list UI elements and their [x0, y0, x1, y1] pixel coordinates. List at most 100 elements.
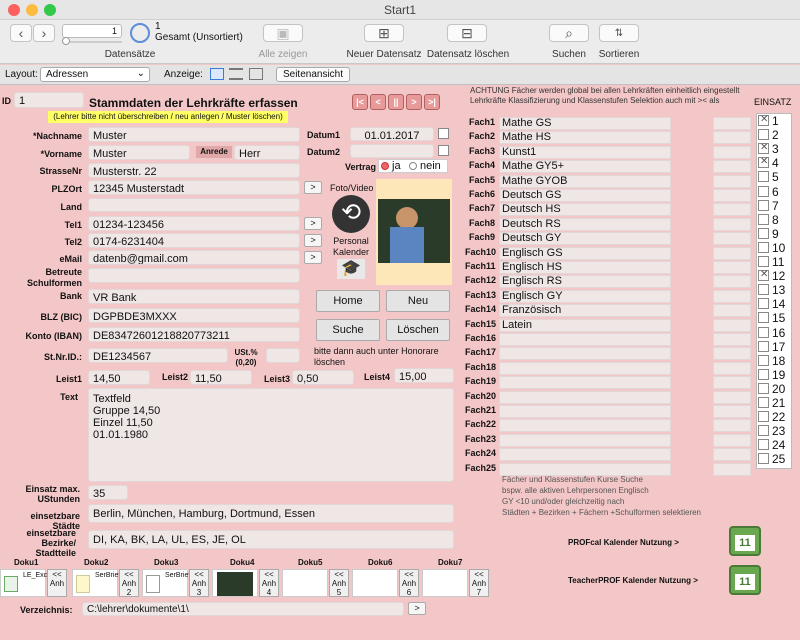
doku-slot[interactable] [422, 569, 468, 597]
fach-field[interactable]: Englisch GY [499, 289, 671, 303]
fach-extra-field[interactable] [713, 390, 751, 404]
einsatz-checkbox[interactable] [758, 326, 769, 338]
teacherprof-calendar-button[interactable]: 11 [729, 565, 761, 595]
anh-button[interactable]: << Anh 5 [329, 569, 349, 597]
fach-extra-field[interactable] [713, 232, 751, 246]
einsatz-checkbox[interactable] [758, 199, 769, 211]
fach-field[interactable] [499, 347, 671, 361]
delete-record-button[interactable]: ⊟ [447, 24, 487, 42]
anh-button[interactable]: << Anh 4 [259, 569, 279, 597]
new-record-button[interactable]: ⊞ [364, 24, 404, 42]
fach-field[interactable] [499, 433, 671, 447]
leist1-field[interactable]: 14,50 [88, 370, 150, 385]
fach-extra-field[interactable] [713, 131, 751, 145]
tel1-go-button[interactable]: > [304, 217, 322, 230]
einsatz-checkbox[interactable] [758, 269, 769, 282]
fach-extra-field[interactable] [713, 217, 751, 231]
fach-extra-field[interactable] [713, 174, 751, 188]
plzort-go-button[interactable]: > [304, 181, 322, 194]
doku-slot[interactable] [212, 569, 258, 597]
anh-button[interactable]: << Anh 3 [189, 569, 209, 597]
einsatz-checkbox[interactable] [758, 114, 769, 126]
radio-ja[interactable] [381, 162, 389, 170]
tel2-field[interactable]: 0174-6231404 [88, 233, 300, 248]
einsatz-checkbox[interactable] [758, 439, 769, 451]
email-field[interactable]: datenb@gmail.com [88, 250, 300, 265]
einsatz-checkbox[interactable] [758, 142, 769, 155]
fach-field[interactable]: Englisch GS [499, 246, 671, 260]
graduation-cap-icon[interactable]: 🎓 [337, 259, 365, 279]
einsatz-checkbox[interactable] [758, 129, 769, 141]
nav-last-button[interactable]: >| [424, 94, 440, 110]
fach-extra-field[interactable] [713, 376, 751, 390]
fach-extra-field[interactable] [713, 189, 751, 202]
einsatz-checkbox[interactable] [758, 156, 769, 169]
einsatz-checkbox[interactable] [758, 354, 769, 366]
schulform-field[interactable] [88, 268, 300, 283]
doku-slot[interactable]: SerBrief.tab [72, 569, 132, 597]
leist4-field[interactable]: 15,00 [394, 368, 454, 383]
email-go-button[interactable]: > [304, 251, 322, 264]
fach-field[interactable] [499, 361, 671, 375]
strasse-field[interactable]: Musterstr. 22 [88, 163, 300, 178]
anh-button[interactable]: << Anh [47, 569, 67, 597]
fach-extra-field[interactable] [713, 448, 751, 462]
bic-field[interactable]: DGPBDE3MXXX [88, 308, 300, 323]
fach-field[interactable]: Deutsch HS [499, 203, 671, 217]
fach-field[interactable]: Mathe GYOB [499, 174, 671, 188]
fach-field[interactable] [499, 419, 671, 433]
fach-field[interactable] [499, 333, 671, 346]
einsatz-checkbox[interactable] [758, 284, 769, 296]
einsatz-checkbox[interactable] [758, 213, 769, 225]
fach-extra-field[interactable] [713, 433, 751, 447]
fach-field[interactable]: Englisch HS [499, 261, 671, 274]
layout-select[interactable]: Adressen ⌄ [40, 67, 150, 82]
leist3-field[interactable]: 0,50 [292, 370, 354, 385]
einsatz-checkbox[interactable] [758, 171, 769, 183]
back-button[interactable]: ‹ [10, 24, 32, 42]
slider-thumb[interactable] [62, 37, 70, 45]
calendar-icon[interactable] [438, 128, 449, 139]
fach-field[interactable] [499, 405, 671, 418]
einsatz-checkbox[interactable] [758, 368, 769, 380]
show-all-button[interactable]: ▣ [263, 24, 303, 42]
einsatz-checkbox[interactable] [758, 256, 769, 267]
teacherprof-link[interactable]: TeacherPROF Kalender Nutzung > [568, 576, 698, 585]
fach-extra-field[interactable] [713, 289, 751, 303]
fach-extra-field[interactable] [713, 246, 751, 260]
fach-extra-field[interactable] [713, 347, 751, 361]
search-button[interactable]: ⌕ [549, 24, 589, 42]
fach-extra-field[interactable] [713, 117, 751, 130]
form-view-icon[interactable] [210, 68, 224, 80]
fach-extra-field[interactable] [713, 304, 751, 318]
fach-extra-field[interactable] [713, 275, 751, 289]
fach-field[interactable] [499, 390, 671, 404]
verzeichnis-go-button[interactable]: > [408, 602, 426, 615]
einsatz-max-field[interactable]: 35 [88, 485, 128, 500]
profcal-link[interactable]: PROFcal Kalender Nutzung > [568, 538, 679, 547]
stnr-field[interactable]: DE1234567 [88, 348, 228, 363]
fach-field[interactable]: Deutsch GS [499, 189, 671, 202]
nav-first-button[interactable]: |< [352, 94, 368, 110]
page-view-button[interactable]: Seitenansicht [276, 67, 350, 82]
list-view-icon[interactable] [229, 68, 243, 80]
profcal-calendar-button[interactable]: 11 [729, 526, 761, 556]
einsatz-checkbox[interactable] [758, 227, 769, 239]
fach-field[interactable]: Mathe GS [499, 117, 671, 130]
fach-extra-field[interactable] [713, 145, 751, 159]
fach-field[interactable]: Latein [499, 318, 671, 332]
nav-pause-button[interactable]: || [388, 94, 404, 110]
fach-extra-field[interactable] [713, 405, 751, 418]
doku-slot[interactable] [282, 569, 328, 597]
verzeichnis-field[interactable]: C:\lehrer\dokumente\1\ [82, 602, 404, 616]
iban-field[interactable]: DE83472601218820773211 [88, 327, 300, 342]
fach-extra-field[interactable] [713, 333, 751, 346]
bezirke-field[interactable]: DI, KA, BK, LA, UL, ES, JE, OL [88, 530, 454, 549]
einsatz-checkbox[interactable] [758, 241, 769, 253]
text-area[interactable]: Textfeld Gruppe 14,50 Einzel 11,50 01.01… [88, 388, 454, 482]
ust-field[interactable] [266, 348, 300, 363]
leist2-field[interactable]: 11,50 [190, 370, 252, 385]
forward-button[interactable]: › [33, 24, 55, 42]
record-slider[interactable] [62, 41, 122, 43]
record-number-input[interactable]: 1 [62, 24, 122, 38]
